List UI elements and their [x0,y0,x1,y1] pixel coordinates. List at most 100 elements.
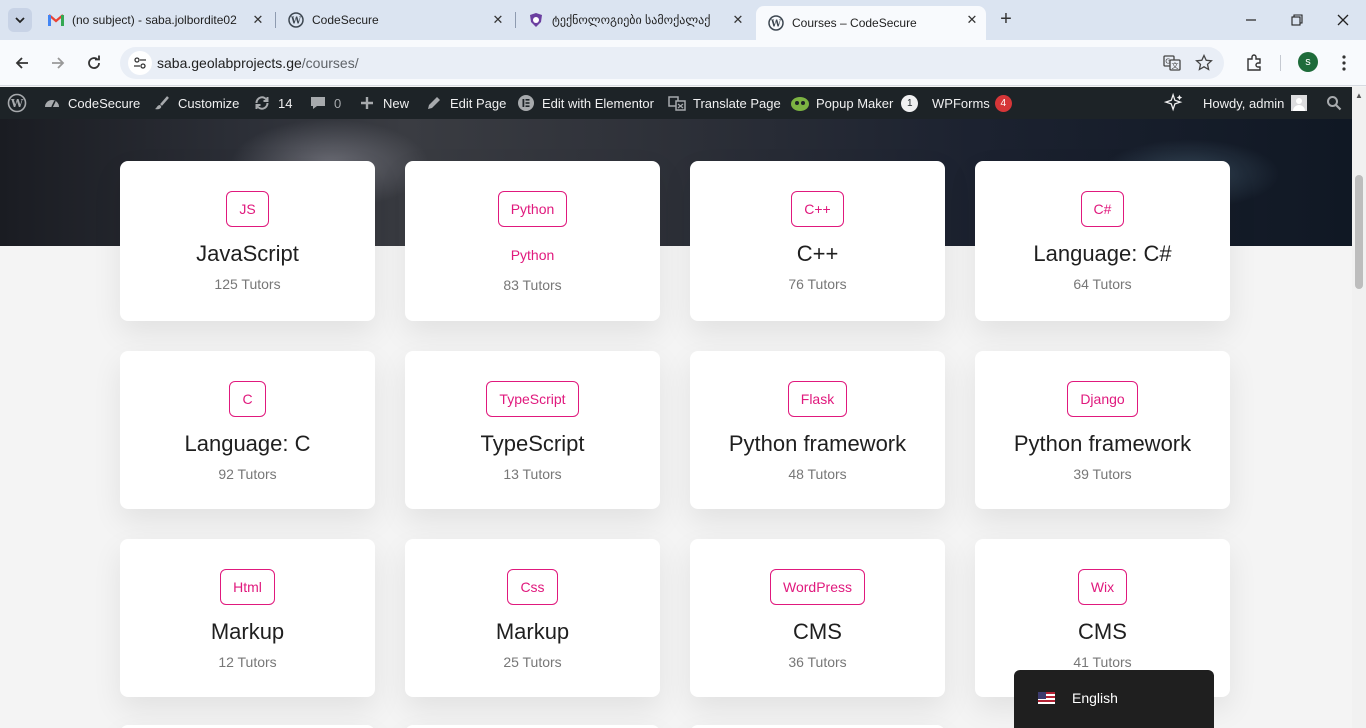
svg-text:W: W [10,97,24,110]
wpforms-count-badge: 4 [994,94,1012,112]
arrow-right-icon [52,57,65,69]
course-tutors: 125 Tutors [214,276,281,292]
wordpress-icon: W [768,15,784,31]
tab-title: Courses – CodeSecure [792,16,917,30]
popup-maker-icon [790,93,810,113]
sparkle-icon [1164,92,1184,113]
toolbar-separator [1280,55,1281,71]
course-title: C++ [796,241,839,266]
wp-admin-bar: W CodeSecure Customize 14 0 New Edit Pag… [0,87,1352,119]
tab-georgian-site[interactable]: ტექნოლოგიები სამოქალაქ ✕ [516,6,752,34]
course-title: Python framework [1013,431,1192,456]
back-button[interactable] [10,51,34,75]
address-bar[interactable]: saba.geolabprojects.ge/courses/ 文G [120,47,1224,79]
course-card-typescript[interactable]: TypeScript TypeScript 13 Tutors [405,351,660,509]
course-tutors: 48 Tutors [788,466,847,482]
arrow-left-icon [15,57,28,69]
tab-search-button[interactable] [8,8,32,32]
tab-codesecure[interactable]: W CodeSecure ✕ [276,6,512,34]
extensions-button[interactable] [1242,51,1266,75]
course-title: CMS [1078,619,1127,644]
tab-gmail[interactable]: (no subject) - saba.jolbordite02 ✕ [36,6,272,34]
browser-menu-button[interactable] [1332,51,1356,75]
chevron-down-icon [15,17,25,24]
course-card-javascript[interactable]: JS JavaScript 125 Tutors [120,161,375,321]
scroll-up-arrow-icon[interactable]: ▲ [1355,91,1363,100]
course-card-csharp[interactable]: C# Language: C# 64 Tutors [975,161,1230,321]
popup-maker-menu[interactable]: Popup Maker 1 [790,87,919,119]
course-card-css[interactable]: Css Markup 25 Tutors [405,539,660,697]
course-tutors: 64 Tutors [1073,276,1132,292]
restore-button[interactable] [1274,0,1320,40]
gmail-icon [48,12,64,28]
minimize-button[interactable] [1228,0,1274,40]
updates-link[interactable]: 14 [252,87,292,119]
edit-with-elementor-link[interactable]: Edit with Elementor [516,87,654,119]
plus-icon [357,93,377,113]
course-card-django[interactable]: Django Python framework 39 Tutors [975,351,1230,509]
course-title: JavaScript [196,241,299,266]
wp-logo-menu[interactable]: W [7,87,33,119]
close-window-button[interactable] [1320,0,1366,40]
more-vertical-icon [1342,55,1346,71]
translate-icon[interactable]: 文G [1161,52,1183,74]
course-tag: C# [1080,191,1125,227]
course-tag: Html [220,569,275,605]
wordpress-icon: W [288,12,304,28]
course-title: CMS [793,619,842,644]
profile-avatar[interactable]: s [1298,52,1318,72]
popup-maker-label: Popup Maker [816,95,894,111]
close-tab-icon[interactable]: ✕ [250,12,266,28]
us-flag-icon [1038,692,1055,704]
page-scrollbar[interactable]: ▲ [1352,87,1366,728]
search-icon [1324,93,1344,113]
course-title: Python framework [728,431,907,456]
site-name: CodeSecure [68,95,141,111]
course-tutors: 25 Tutors [503,654,562,670]
wpforms-menu[interactable]: WPForms 4 [932,87,1012,119]
dashboard-icon [42,93,62,113]
course-card-wordpress[interactable]: WordPress CMS 36 Tutors [690,539,945,697]
course-card-c[interactable]: C Language: C 92 Tutors [120,351,375,509]
tab-courses-active[interactable]: W Courses – CodeSecure ✕ [756,6,986,40]
url-host: saba.geolabprojects.ge [157,55,302,71]
close-tab-icon[interactable]: ✕ [730,12,746,28]
comments-link[interactable]: 0 [308,87,341,119]
new-content-menu[interactable]: New [357,87,409,119]
page-content: JS JavaScript 125 Tutors Python Python 8… [0,119,1352,728]
site-info-icon[interactable] [128,51,152,75]
close-tab-icon[interactable]: ✕ [490,12,506,28]
course-tag: Flask [787,381,848,417]
course-card-flask[interactable]: Flask Python framework 48 Tutors [690,351,945,509]
scrollbar-thumb[interactable] [1355,175,1363,289]
course-tag: C [229,381,266,417]
svg-text:W: W [770,20,782,30]
site-name-menu[interactable]: CodeSecure [42,87,140,119]
browser-tab-strip: (no subject) - saba.jolbordite02 ✕ W Cod… [0,0,1366,40]
course-card-python[interactable]: Python Python 83 Tutors [405,161,660,321]
course-tag: Django [1067,381,1138,417]
customize-link[interactable]: Customize [152,87,239,119]
popup-maker-count-badge: 1 [901,94,919,112]
updates-icon [252,93,272,113]
new-tab-button[interactable]: + [996,9,1016,30]
close-tab-icon[interactable]: ✕ [964,12,980,28]
course-card-html[interactable]: Html Markup 12 Tutors [120,539,375,697]
course-tutors: 36 Tutors [788,654,847,670]
reload-icon [88,55,100,69]
admin-search-button[interactable] [1324,87,1350,119]
reload-button[interactable] [82,51,106,75]
course-title: Markup [495,619,570,644]
edit-page-label: Edit Page [450,95,507,111]
forward-button[interactable] [46,51,70,75]
bookmark-star-icon[interactable] [1193,52,1215,74]
pencil-icon [424,93,444,113]
my-account-menu[interactable]: Howdy, admin [1203,87,1308,119]
language-switcher[interactable]: English [1014,670,1214,728]
edit-page-link[interactable]: Edit Page [424,87,506,119]
course-card-cpp[interactable]: C++ C++ 76 Tutors [690,161,945,321]
ai-assistant-button[interactable] [1164,87,1190,119]
course-title: TypeScript [480,431,585,456]
translate-page-link[interactable]: Translate Page [667,87,781,119]
course-tag: C++ [791,191,844,227]
